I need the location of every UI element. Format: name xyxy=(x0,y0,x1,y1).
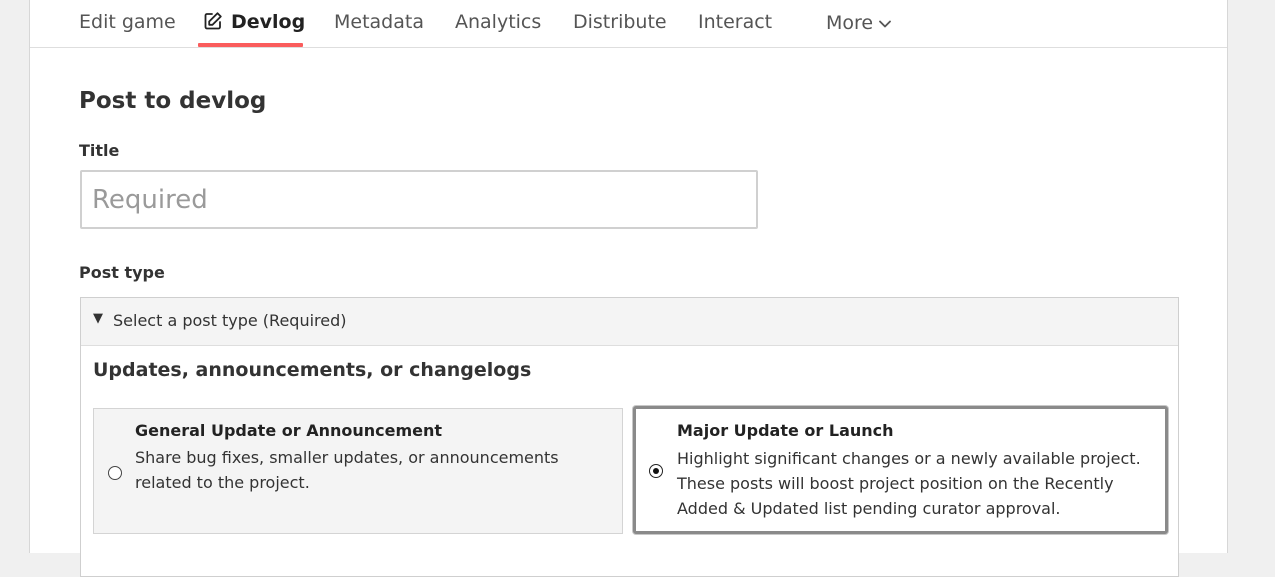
post-type-summary-text: Select a post type (Required) xyxy=(113,311,347,330)
tab-edit-game[interactable]: Edit game xyxy=(79,10,176,38)
tab-label: More xyxy=(826,12,874,34)
tab-label: Distribute xyxy=(573,11,667,33)
option-description: Highlight significant changes or a newly… xyxy=(677,449,1141,518)
tab-label: Metadata xyxy=(334,11,424,33)
option-title: Major Update or Launch xyxy=(677,421,894,440)
tab-label: Analytics xyxy=(455,11,542,33)
radio-button[interactable] xyxy=(108,466,122,480)
game-nav: Edit game Devlog Metadata Analytics Dist… xyxy=(30,0,1227,48)
post-type-summary[interactable]: ▼ Select a post type (Required) xyxy=(81,298,1178,346)
option-general-update[interactable]: General Update or Announcement Share bug… xyxy=(93,408,623,534)
tab-analytics[interactable]: Analytics xyxy=(455,10,541,38)
tab-label: Edit game xyxy=(79,11,176,33)
page-title: Post to devlog xyxy=(79,88,267,114)
tab-devlog[interactable]: Devlog xyxy=(203,10,305,38)
tab-metadata[interactable]: Metadata xyxy=(334,10,424,38)
tab-interact[interactable]: Interact xyxy=(698,10,772,38)
radio-dot xyxy=(653,468,659,474)
disclosure-triangle-icon: ▼ xyxy=(93,311,103,326)
active-tab-indicator xyxy=(198,43,303,47)
page-panel: Edit game Devlog Metadata Analytics Dist… xyxy=(29,0,1228,577)
post-type-selector: ▼ Select a post type (Required) Updates,… xyxy=(80,297,1179,577)
option-title: General Update or Announcement xyxy=(135,421,443,440)
post-type-label: Post type xyxy=(79,263,165,282)
chevron-down-icon xyxy=(879,10,892,34)
title-input[interactable] xyxy=(80,170,758,229)
title-label: Title xyxy=(79,141,120,160)
option-group-title: Updates, announcements, or changelogs xyxy=(93,359,532,381)
tab-distribute[interactable]: Distribute xyxy=(573,10,667,38)
option-description: Share bug fixes, smaller updates, or ann… xyxy=(135,448,559,492)
tab-label: Interact xyxy=(698,11,773,33)
radio-button-selected[interactable] xyxy=(649,464,663,478)
option-major-update[interactable]: Major Update or Launch Highlight signifi… xyxy=(633,406,1168,534)
tab-label: Devlog xyxy=(231,11,306,33)
tab-more[interactable]: More xyxy=(826,10,892,38)
edit-icon xyxy=(203,11,223,37)
